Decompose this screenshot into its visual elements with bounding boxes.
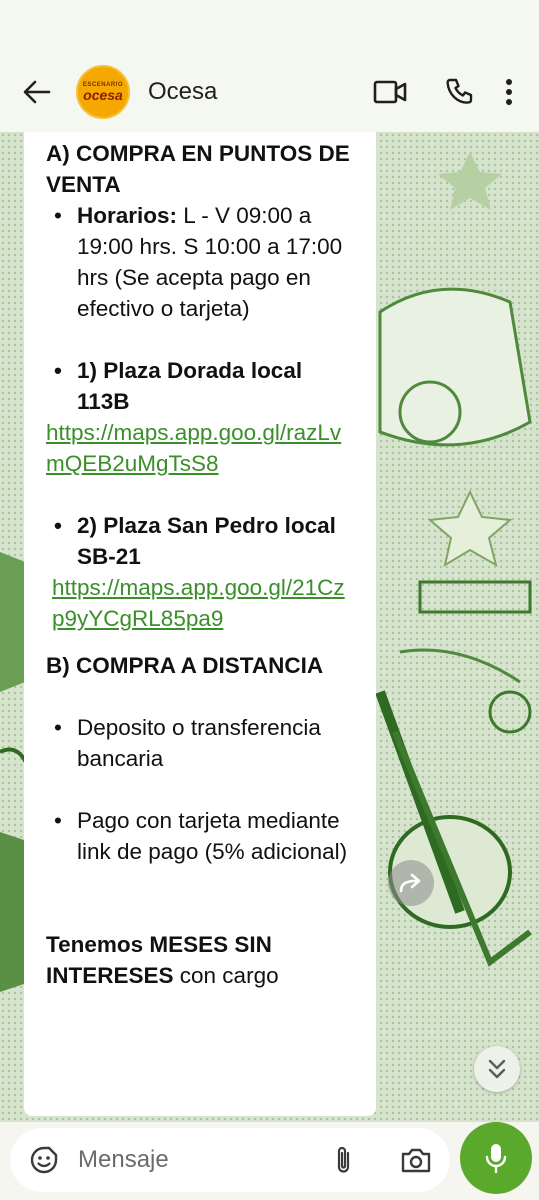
video-call-button[interactable] bbox=[365, 67, 415, 117]
more-options-button[interactable] bbox=[491, 67, 527, 117]
section-a-heading: A) COMPRA EN PUNTOS DE VENTA bbox=[46, 141, 350, 197]
hours-item: • Horarios: L - V 09:00 a 19:00 hrs. S 1… bbox=[46, 200, 354, 324]
composer-bar: Mensaje bbox=[0, 1122, 539, 1200]
camera-button[interactable] bbox=[398, 1142, 434, 1178]
store-1-link[interactable]: https://maps.app.goo.gl/razLvmQEB2uMgTsS… bbox=[46, 417, 354, 479]
option-1-text: Deposito o transferencia bancaria bbox=[77, 715, 321, 771]
chat-header: ESCENARIO ocesa Ocesa bbox=[0, 52, 539, 132]
scroll-to-bottom-button[interactable] bbox=[474, 1046, 520, 1092]
option-2-item: • Pago con tarjeta mediante link de pago… bbox=[46, 805, 354, 867]
camera-icon bbox=[401, 1148, 431, 1173]
store-1-name: 1) Plaza Dorada local 113B bbox=[77, 358, 303, 414]
avatar-main-text: ocesa bbox=[83, 87, 123, 103]
contact-name[interactable]: Ocesa bbox=[148, 78, 217, 106]
footer-rest: con cargo bbox=[173, 963, 279, 988]
emoji-button[interactable] bbox=[26, 1142, 62, 1178]
emoji-icon bbox=[30, 1146, 58, 1174]
attach-button[interactable] bbox=[326, 1142, 362, 1178]
bullet-dot: • bbox=[54, 358, 62, 383]
chat-area[interactable]: A) COMPRA EN PUNTOS DE VENTA • Horarios:… bbox=[0, 132, 539, 1122]
bullet-dot: • bbox=[54, 715, 62, 740]
back-arrow-icon bbox=[23, 80, 51, 104]
message-bubble[interactable]: A) COMPRA EN PUNTOS DE VENTA • Horarios:… bbox=[24, 132, 376, 1116]
store-2-link[interactable]: https://maps.app.goo.gl/21Czp9yYCgRL85pa… bbox=[46, 572, 354, 634]
voice-message-button[interactable] bbox=[460, 1122, 532, 1194]
store-2-name: 2) Plaza San Pedro local SB-21 bbox=[77, 513, 336, 569]
bullet-dot: • bbox=[54, 513, 62, 538]
option-1-item: • Deposito o transferencia bancaria bbox=[46, 712, 354, 774]
forward-button[interactable] bbox=[388, 860, 434, 906]
forward-icon bbox=[399, 873, 421, 893]
option-2-text: Pago con tarjeta mediante link de pago (… bbox=[77, 808, 348, 864]
message-input[interactable]: Mensaje bbox=[10, 1128, 450, 1192]
bullet-dot: • bbox=[54, 203, 62, 228]
section-b-heading: B) COMPRA A DISTANCIA bbox=[46, 653, 324, 678]
attach-icon bbox=[337, 1146, 350, 1173]
more-vert-icon bbox=[506, 79, 512, 105]
bullet-dot: • bbox=[54, 808, 62, 833]
status-bar bbox=[0, 0, 539, 52]
message-placeholder[interactable]: Mensaje bbox=[78, 1146, 326, 1174]
mic-icon bbox=[485, 1144, 507, 1174]
video-call-icon bbox=[373, 80, 407, 104]
store-2-item: • 2) Plaza San Pedro local SB-21 bbox=[46, 510, 354, 572]
double-chevron-down-icon bbox=[488, 1059, 506, 1079]
phone-icon bbox=[446, 78, 473, 104]
hours-label: Horarios: bbox=[77, 203, 178, 228]
footer-text: Tenemos MESES SIN INTERESES con cargo bbox=[46, 929, 354, 991]
avatar[interactable]: ESCENARIO ocesa bbox=[76, 65, 130, 119]
store-1-item: • 1) Plaza Dorada local 113B bbox=[46, 355, 354, 417]
voice-call-button[interactable] bbox=[435, 67, 485, 117]
back-button[interactable] bbox=[20, 75, 54, 109]
